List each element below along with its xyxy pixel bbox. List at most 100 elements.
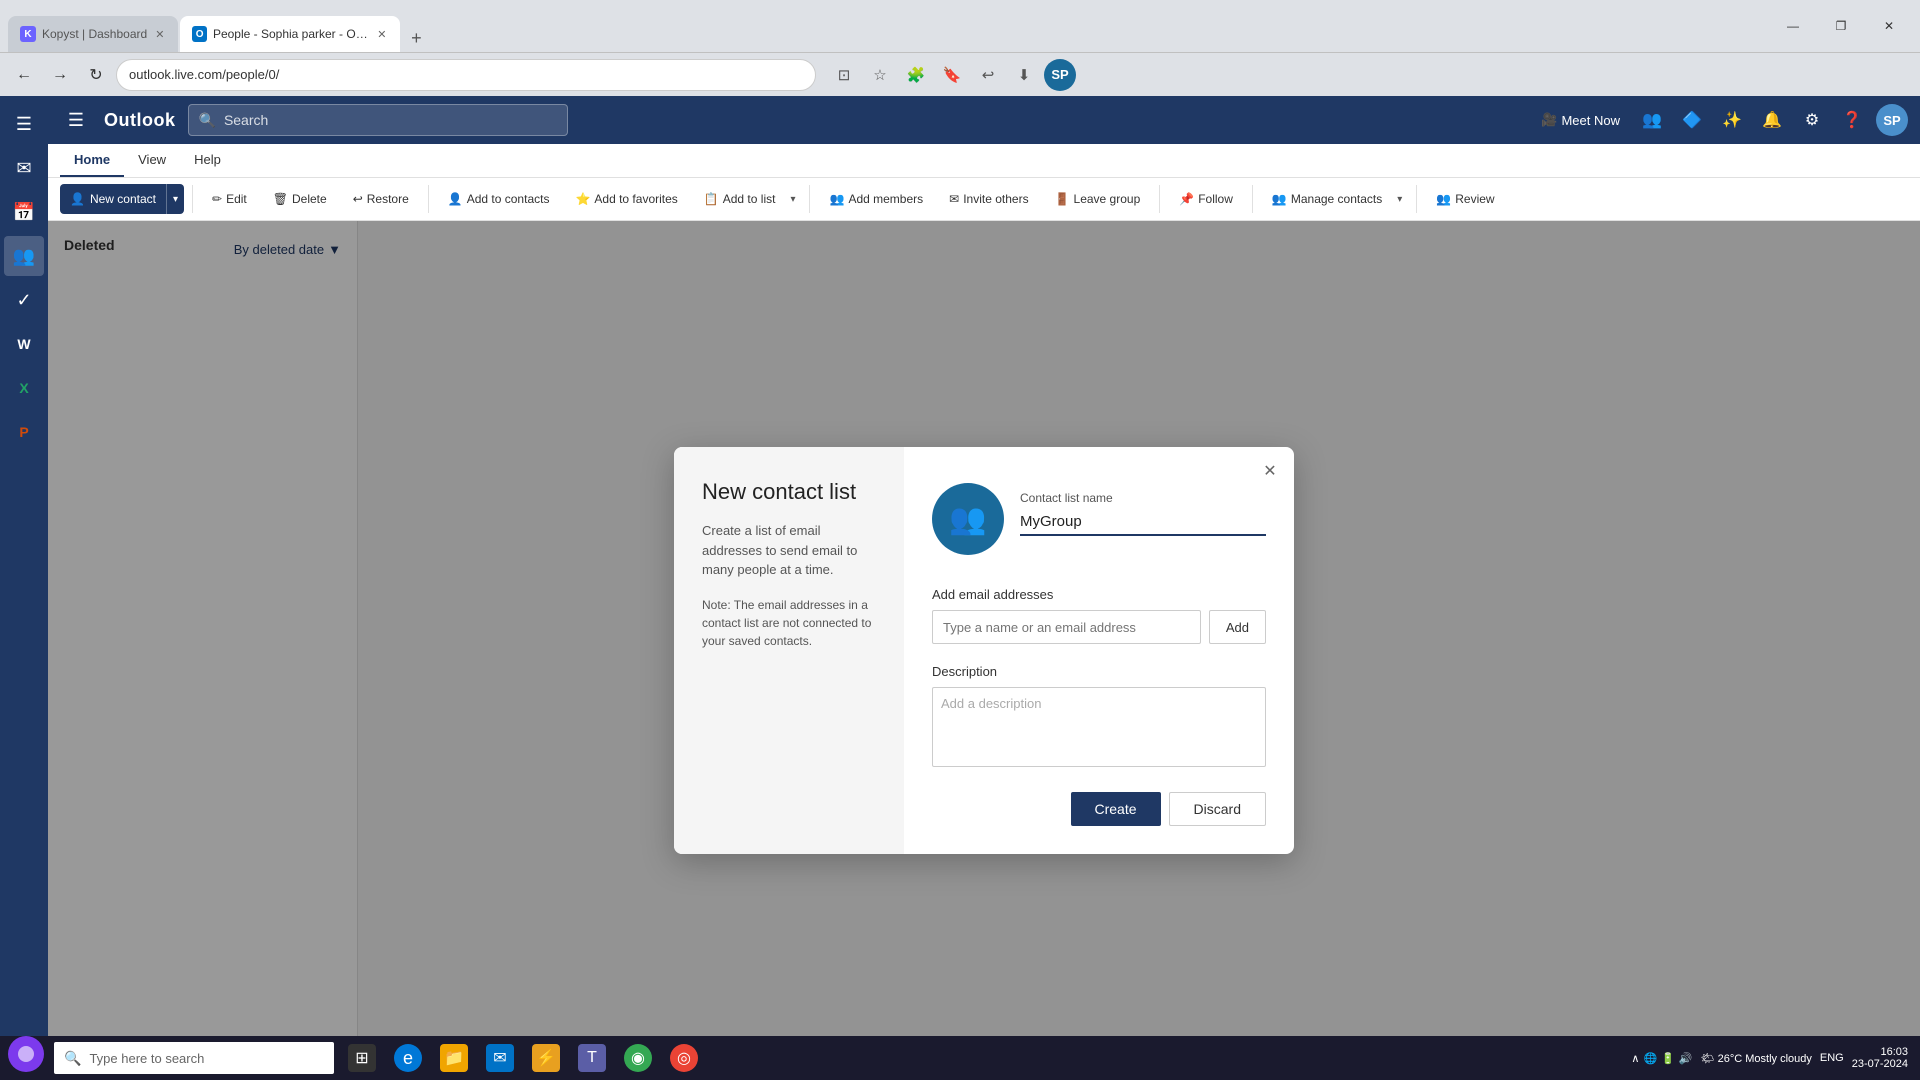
add-to-contacts-button[interactable]: 👤 Add to contacts <box>437 186 561 212</box>
review-button[interactable]: 👥 Review <box>1425 186 1505 212</box>
screen-cast-icon[interactable]: ⊡ <box>828 59 860 91</box>
app1-icon: ⚡ <box>532 1044 560 1072</box>
tab-close-outlook[interactable]: ✕ <box>375 26 388 43</box>
battery-icon: 🔋 <box>1661 1052 1675 1065</box>
search-placeholder-text: Search <box>224 112 268 128</box>
nav-people-icon[interactable]: 👥 <box>4 236 44 276</box>
taskbar-app1[interactable]: ⚡ <box>524 1036 568 1080</box>
nav-powerpoint-icon[interactable]: P <box>4 412 44 452</box>
copilot-icon-button[interactable]: ✨ <box>1716 104 1748 136</box>
review-label: Review <box>1455 192 1494 206</box>
contact-list-name-input[interactable] <box>1020 509 1266 536</box>
nav-word-icon[interactable]: W <box>4 324 44 364</box>
meet-now-button[interactable]: 🎥 Meet Now <box>1533 104 1628 136</box>
review-icon: 👥 <box>1436 192 1451 206</box>
nav-hamburger-icon[interactable]: ☰ <box>4 104 44 144</box>
modal-right-panel: ✕ 👥 Contact list name <box>904 447 1294 854</box>
outlook-search-box[interactable]: 🔍 Search <box>188 104 568 136</box>
manage-contacts-button[interactable]: 👥 Manage contacts <box>1262 187 1392 211</box>
nav-excel-icon[interactable]: X <box>4 368 44 408</box>
taskbar-chrome1[interactable]: ◉ <box>616 1036 660 1080</box>
bing-icon-button[interactable]: 🔷 <box>1676 104 1708 136</box>
description-textarea[interactable] <box>932 687 1266 767</box>
help-question-button[interactable]: ❓ <box>1836 104 1868 136</box>
taskbar-right: ∧ 🌐 🔋 🔊 🌤 26°C Mostly cloudy ENG 16:03 2… <box>1631 1046 1916 1070</box>
user-profile-button[interactable]: SP <box>1876 104 1908 136</box>
add-to-list-label: Add to list <box>723 192 776 206</box>
taskbar-chrome2[interactable]: ◎ <box>662 1036 706 1080</box>
add-members-button[interactable]: 👥 Add members <box>818 186 934 212</box>
add-to-favorites-label: Add to favorites <box>594 192 677 206</box>
ribbon: Home View Help 👤 New contact ▾ ✏ Edit <box>48 144 1920 221</box>
follow-button[interactable]: 📌 Follow <box>1168 186 1244 212</box>
email-address-input[interactable] <box>932 610 1201 644</box>
taskbar-teams[interactable]: T <box>570 1036 614 1080</box>
follow-label: Follow <box>1198 192 1233 206</box>
new-contact-dropdown-button[interactable]: ▾ <box>166 184 184 214</box>
edit-button[interactable]: ✏ Edit <box>201 186 258 212</box>
taskbar-task-view[interactable]: ⊞ <box>340 1036 384 1080</box>
address-bar[interactable] <box>116 59 816 91</box>
add-to-favorites-icon: ⭐ <box>575 192 590 206</box>
new-tab-button[interactable]: + <box>402 24 430 52</box>
tab-kopyst[interactable]: K Kopyst | Dashboard ✕ <box>8 16 178 52</box>
taskbar-apps: ⊞ e 📁 ✉ ⚡ T ◉ ◎ <box>340 1036 706 1080</box>
manage-contacts-dropdown[interactable]: ▾ <box>1392 188 1407 211</box>
ribbon-divider-4 <box>1159 185 1160 213</box>
ribbon-divider-2 <box>428 185 429 213</box>
leave-group-button[interactable]: 🚪 Leave group <box>1044 186 1152 212</box>
delete-label: Delete <box>292 192 327 206</box>
ribbon-tab-view[interactable]: View <box>124 144 180 177</box>
notifications-bell-button[interactable]: 🔔 <box>1756 104 1788 136</box>
add-email-button[interactable]: Add <box>1209 610 1266 644</box>
taskbar-edge[interactable]: e <box>386 1036 430 1080</box>
minimize-button[interactable]: — <box>1770 10 1816 42</box>
explorer-icon: 📁 <box>440 1044 468 1072</box>
ribbon-tab-help[interactable]: Help <box>180 144 235 177</box>
tab-close-kopyst[interactable]: ✕ <box>153 26 166 43</box>
tab-title-outlook: People - Sophia parker - Outlo... <box>213 27 369 41</box>
nav-tasks-icon[interactable]: ✓ <box>4 280 44 320</box>
invite-others-button[interactable]: ✉ Invite others <box>938 186 1039 212</box>
bookmark-icon[interactable]: ☆ <box>864 59 896 91</box>
delete-button[interactable]: 🗑 Delete <box>262 186 338 212</box>
modal-overlay[interactable]: New contact list Create a list of email … <box>48 221 1920 1080</box>
add-to-favorites-button[interactable]: ⭐ Add to favorites <box>564 186 688 212</box>
address-bar-row: ← → ↻ ⊡ ☆ 🧩 🔖 ↩ ⬇ SP <box>0 52 1920 96</box>
back-button[interactable]: ← <box>8 59 40 91</box>
nav-calendar-icon[interactable]: 📅 <box>4 192 44 232</box>
purple-orb-button[interactable] <box>8 1036 44 1072</box>
discard-button[interactable]: Discard <box>1169 792 1266 826</box>
taskbar-explorer[interactable]: 📁 <box>432 1036 476 1080</box>
settings-gear-button[interactable]: ⚙ <box>1796 104 1828 136</box>
teams-icon-button[interactable]: 👥 <box>1636 104 1668 136</box>
history-back-icon[interactable]: ↩ <box>972 59 1004 91</box>
invite-others-icon: ✉ <box>949 192 959 206</box>
browser-profile-button[interactable]: SP <box>1044 59 1076 91</box>
modal-close-button[interactable]: ✕ <box>1256 457 1284 485</box>
extension2-icon[interactable]: 🔖 <box>936 59 968 91</box>
taskbar-search-box[interactable]: 🔍 Type here to search <box>54 1042 334 1074</box>
create-button[interactable]: Create <box>1071 792 1161 826</box>
forward-button[interactable]: → <box>44 59 76 91</box>
refresh-button[interactable]: ↻ <box>80 59 112 91</box>
nav-mail-icon[interactable]: ✉ <box>4 148 44 188</box>
window-controls: — ❐ ✕ <box>1770 10 1912 42</box>
add-to-list-button[interactable]: 📋 Add to list <box>694 187 786 211</box>
restore-button[interactable]: ↩ Restore <box>342 186 420 212</box>
taskbar-system-tray: ∧ 🌐 🔋 🔊 <box>1631 1052 1692 1065</box>
tab-outlook[interactable]: O People - Sophia parker - Outlo... ✕ <box>180 16 400 52</box>
add-to-list-dropdown[interactable]: ▾ <box>785 188 800 211</box>
chrome1-icon: ◉ <box>624 1044 652 1072</box>
downloads-icon[interactable]: ⬇ <box>1008 59 1040 91</box>
taskbar-mail[interactable]: ✉ <box>478 1036 522 1080</box>
maximize-button[interactable]: ❐ <box>1818 10 1864 42</box>
topbar-hamburger-button[interactable]: ☰ <box>60 104 92 136</box>
extension1-icon[interactable]: 🧩 <box>900 59 932 91</box>
new-contact-icon: 👤 <box>70 192 85 206</box>
restore-icon: ↩ <box>353 192 363 206</box>
close-button[interactable]: ✕ <box>1866 10 1912 42</box>
new-contact-main-button[interactable]: 👤 New contact <box>60 184 166 214</box>
ribbon-tab-home[interactable]: Home <box>60 144 124 177</box>
email-row: Add <box>932 610 1266 644</box>
